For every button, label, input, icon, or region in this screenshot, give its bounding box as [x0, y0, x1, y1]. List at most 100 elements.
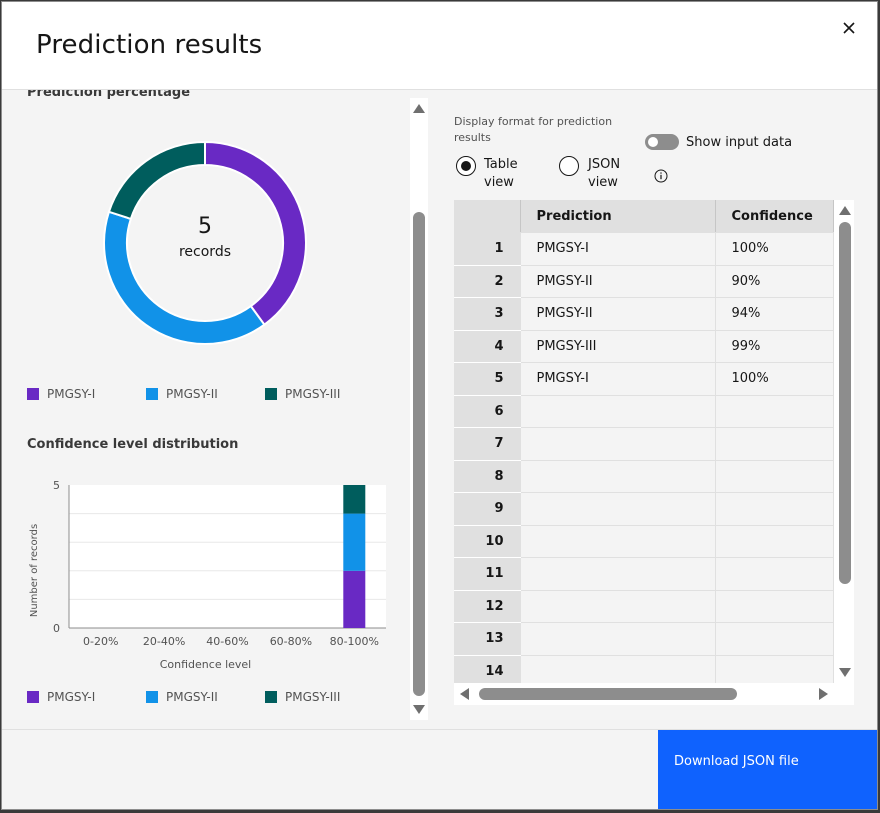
prediction-cell[interactable]: PMGSY-II [520, 265, 716, 298]
row-number: 9 [454, 492, 521, 526]
confidence-cell[interactable] [715, 525, 834, 558]
table-row[interactable]: 8 [454, 460, 834, 493]
legend-swatch [27, 388, 39, 400]
prediction-cell[interactable] [520, 460, 716, 493]
confidence-cell[interactable] [715, 492, 834, 526]
row-number: 11 [454, 557, 521, 591]
info-icon[interactable] [654, 169, 668, 183]
confidence-cell[interactable]: 100% [715, 362, 834, 396]
table-row[interactable]: 3 PMGSY-II 94% [454, 297, 834, 331]
table-body: 1 PMGSY-I 100% 2 PMGSY-II 90% 3 PMGSY-II 94% 4 PMG… [454, 232, 834, 688]
toggle-knob [648, 137, 658, 147]
legend-swatch [265, 691, 277, 703]
table-row[interactable]: 10 [454, 525, 834, 558]
table-row[interactable]: 2 PMGSY-II 90% [454, 265, 834, 298]
prediction-percentage-heading: Prediction percentage [27, 90, 191, 100]
scrollbar-thumb[interactable] [839, 222, 851, 584]
show-input-data-toggle[interactable] [645, 134, 679, 150]
confidence-distribution-heading: Confidence level distribution [27, 437, 239, 452]
y-tick-label: 0 [53, 622, 60, 635]
table-row[interactable]: 7 [454, 427, 834, 461]
table-row[interactable]: 1 PMGSY-I 100% [454, 232, 834, 266]
donut-svg [103, 140, 307, 345]
legend-swatch [265, 388, 277, 400]
confidence-cell[interactable] [715, 460, 834, 493]
legend-item-pmgsy-i[interactable]: PMGSY-I [27, 690, 146, 704]
bar-segment-pmgsy-i[interactable] [343, 570, 366, 628]
table-vertical-scrollbar[interactable] [836, 200, 854, 683]
prediction-cell[interactable] [520, 427, 716, 461]
x-tick-label: 80-100% [330, 635, 379, 648]
prediction-cell[interactable]: PMGSY-II [520, 297, 716, 331]
legend-label: PMGSY-II [166, 690, 218, 704]
prediction-cell[interactable]: PMGSY-I [520, 232, 716, 266]
scroll-up-icon[interactable] [413, 104, 425, 113]
scroll-down-icon[interactable] [413, 705, 425, 714]
confidence-cell[interactable] [715, 395, 834, 428]
table-row[interactable]: 6 [454, 395, 834, 428]
x-tick-label: 40-60% [206, 635, 248, 648]
confidence-cell[interactable]: 90% [715, 265, 834, 298]
donut-label: records [178, 244, 231, 260]
table-view-label[interactable]: Table view [484, 156, 534, 192]
legend-item-pmgsy-iii[interactable]: PMGSY-III [265, 690, 384, 704]
legend-label: PMGSY-III [285, 690, 341, 704]
table-row[interactable]: 9 [454, 492, 834, 526]
scrollbar-thumb[interactable] [413, 212, 425, 696]
legend-swatch [27, 691, 39, 703]
confidence-cell[interactable] [715, 427, 834, 461]
prediction-results-modal: Prediction results Prediction percentage… [1, 1, 878, 810]
table-row[interactable]: 12 [454, 590, 834, 623]
scroll-left-icon[interactable] [460, 688, 469, 700]
donut-slice-pmgsy-iii[interactable] [107, 140, 206, 221]
confidence-cell[interactable] [715, 622, 834, 656]
scroll-down-icon[interactable] [839, 668, 851, 677]
legend-item-pmgsy-ii[interactable]: PMGSY-II [146, 690, 265, 704]
bar-segment-pmgsy-iii[interactable] [343, 485, 366, 514]
prediction-cell[interactable]: PMGSY-III [520, 330, 716, 363]
scrollbar-corner [836, 683, 854, 705]
scroll-up-icon[interactable] [839, 206, 851, 215]
prediction-cell[interactable] [520, 557, 716, 591]
prediction-cell[interactable] [520, 525, 716, 558]
confidence-cell[interactable] [715, 557, 834, 591]
close-icon[interactable] [837, 16, 861, 40]
x-tick-label: 60-80% [270, 635, 312, 648]
json-view-radio[interactable] [559, 156, 579, 176]
x-tick-label: 0-20% [83, 635, 118, 648]
legend-swatch [146, 691, 158, 703]
table-horizontal-scrollbar[interactable] [454, 683, 836, 705]
bar-segment-pmgsy-ii[interactable] [343, 513, 366, 571]
confidence-cell[interactable]: 100% [715, 232, 834, 266]
legend-item-pmgsy-iii[interactable]: PMGSY-III [265, 387, 384, 401]
charts-scrollbar[interactable] [410, 98, 428, 720]
prediction-cell[interactable] [520, 590, 716, 623]
confidence-cell[interactable]: 94% [715, 297, 834, 331]
table-row[interactable]: 11 [454, 557, 834, 591]
table-row[interactable]: 4 PMGSY-III 99% [454, 330, 834, 363]
prediction-cell[interactable] [520, 622, 716, 656]
prediction-cell[interactable] [520, 492, 716, 526]
y-axis-title: Number of records [29, 524, 40, 617]
legend-item-pmgsy-i[interactable]: PMGSY-I [27, 387, 146, 401]
table-row[interactable]: 5 PMGSY-I 100% [454, 362, 834, 396]
scrollbar-thumb[interactable] [479, 688, 737, 700]
column-header-prediction[interactable]: Prediction [520, 200, 716, 233]
row-number: 3 [454, 297, 521, 331]
prediction-cell[interactable] [520, 395, 716, 428]
download-json-button[interactable]: Download JSON file [658, 730, 877, 809]
table-header-row: Prediction Confidence [454, 200, 834, 233]
column-header-confidence[interactable]: Confidence [715, 200, 834, 233]
confidence-cell[interactable]: 99% [715, 330, 834, 363]
confidence-cell[interactable] [715, 590, 834, 623]
row-number: 12 [454, 590, 521, 623]
json-view-label[interactable]: JSON view [588, 156, 638, 192]
scroll-right-icon[interactable] [819, 688, 828, 700]
donut-legend: PMGSY-I PMGSY-II PMGSY-III [27, 387, 384, 401]
prediction-cell[interactable]: PMGSY-I [520, 362, 716, 396]
prediction-table: Prediction Confidence 1 PMGSY-I 100% 2 PMGSY… [454, 200, 854, 705]
table-view-radio[interactable] [456, 156, 476, 176]
donut-count: 5 [198, 214, 212, 239]
legend-item-pmgsy-ii[interactable]: PMGSY-II [146, 387, 265, 401]
table-row[interactable]: 13 [454, 622, 834, 656]
